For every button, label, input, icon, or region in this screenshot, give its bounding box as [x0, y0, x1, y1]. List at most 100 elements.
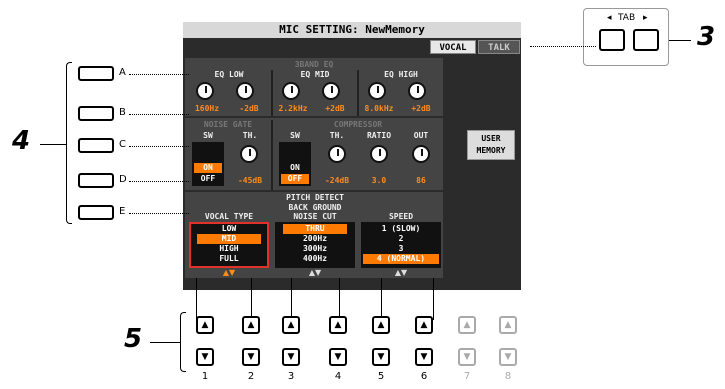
side-button-d[interactable]: [78, 173, 114, 188]
comp-th-knob[interactable]: [328, 145, 346, 163]
callout-4: 4: [12, 126, 31, 156]
eq-low-label: EQ LOW: [214, 70, 244, 79]
bracket-4: [66, 62, 72, 224]
up-button-4[interactable]: ▲: [329, 316, 347, 334]
tab-arrow-right: ▸: [643, 13, 648, 23]
tab-vocal[interactable]: VOCAL: [430, 40, 476, 54]
vocal-type-mid[interactable]: MID: [197, 234, 261, 244]
col-num-8: 8: [504, 371, 512, 382]
eq-low-freq-value: 160Hz: [194, 104, 220, 113]
ng-th-value: -45dB: [237, 176, 263, 185]
eq-high-freq-knob[interactable]: [368, 82, 386, 100]
down-button-7[interactable]: ▼: [458, 348, 476, 366]
up-button-1[interactable]: ▲: [196, 316, 214, 334]
tab-left-button[interactable]: [599, 29, 625, 51]
up-button-5[interactable]: ▲: [372, 316, 390, 334]
noise-cut-label2: NOISE CUT: [293, 212, 337, 221]
leader-e: [129, 213, 189, 214]
eq-high-label: EQ HIGH: [384, 70, 418, 79]
down-button-5[interactable]: ▼: [372, 348, 390, 366]
vocal-type-label: VOCAL TYPE: [204, 212, 254, 221]
noise-cut-label1: BACK GROUND: [288, 203, 342, 212]
up-button-3[interactable]: ▲: [282, 316, 300, 334]
speed-arrows: ▲▼: [394, 268, 408, 277]
tab-right-button[interactable]: [633, 29, 659, 51]
eq-low-gain-knob[interactable]: [236, 82, 254, 100]
guide-line-4: [339, 278, 340, 320]
comp-ratio-label: RATIO: [366, 131, 392, 140]
vocal-type-high[interactable]: HIGH: [197, 244, 261, 254]
col-num-7: 7: [463, 371, 471, 382]
eq-high-gain-knob[interactable]: [408, 82, 426, 100]
dyn-divider: [271, 120, 273, 190]
noise-cut-thru[interactable]: THRU: [283, 224, 347, 234]
eq-high-freq-value: 8.0kHz: [364, 104, 394, 113]
eq-mid-gain-value: +2dB: [325, 104, 345, 113]
col-num-2: 2: [247, 371, 255, 382]
comp-ratio-value: 3.0: [371, 176, 387, 185]
side-label-e: E: [119, 206, 126, 217]
up-button-6[interactable]: ▲: [415, 316, 433, 334]
comp-out-value: 86: [416, 176, 426, 185]
callout-5: 5: [124, 324, 143, 354]
down-button-6[interactable]: ▼: [415, 348, 433, 366]
tab-talk[interactable]: TALK: [478, 40, 520, 54]
col-num-5: 5: [377, 371, 385, 382]
guide-line-6: [433, 278, 434, 320]
up-button-7[interactable]: ▲: [458, 316, 476, 334]
noise-cut-400[interactable]: 400Hz: [283, 254, 347, 264]
speed-3[interactable]: 3: [363, 244, 439, 254]
comp-sw-off[interactable]: OFF: [281, 174, 309, 184]
col-num-4: 4: [334, 371, 342, 382]
guide-line-3: [291, 278, 292, 320]
leader-d: [129, 181, 189, 182]
screen-title: MIC SETTING: NewMemory: [279, 23, 425, 36]
user-memory-line2: MEMORY: [476, 146, 506, 155]
down-button-2[interactable]: ▼: [242, 348, 260, 366]
leader-b: [129, 114, 189, 115]
up-button-2[interactable]: ▲: [242, 316, 260, 334]
vocal-type-low[interactable]: LOW: [197, 224, 261, 234]
down-button-3[interactable]: ▼: [282, 348, 300, 366]
comp-out-knob[interactable]: [412, 145, 430, 163]
side-button-e[interactable]: [78, 205, 114, 220]
up-button-8[interactable]: ▲: [499, 316, 517, 334]
noise-gate-title: NOISE GATE: [203, 120, 253, 129]
eq-mid-freq-knob[interactable]: [282, 82, 300, 100]
ng-sw-off[interactable]: OFF: [194, 174, 222, 184]
ng-th-label: TH.: [242, 131, 258, 140]
eq-high-gain-value: +2dB: [411, 104, 431, 113]
noise-cut-300[interactable]: 300Hz: [283, 244, 347, 254]
noise-cut-200[interactable]: 200Hz: [283, 234, 347, 244]
vocal-type-full[interactable]: FULL: [197, 254, 261, 264]
guide-line-1: [196, 278, 197, 320]
ng-sw-on[interactable]: ON: [194, 163, 222, 173]
col-num-1: 1: [201, 371, 209, 382]
comp-ratio-knob[interactable]: [370, 145, 388, 163]
callout-3: 3: [697, 22, 716, 52]
speed-4[interactable]: 4 (NORMAL): [363, 254, 439, 264]
side-button-a[interactable]: [78, 66, 114, 81]
speed-1[interactable]: 1 (SLOW): [363, 224, 439, 234]
down-button-4[interactable]: ▼: [329, 348, 347, 366]
eq-mid-freq-value: 2.2kHz: [278, 104, 308, 113]
eq-mid-gain-knob[interactable]: [322, 82, 340, 100]
guide-line-2: [251, 278, 252, 320]
side-button-c[interactable]: [78, 138, 114, 153]
eq-low-freq-knob[interactable]: [196, 82, 214, 100]
ng-th-knob[interactable]: [240, 145, 258, 163]
down-button-1[interactable]: ▼: [196, 348, 214, 366]
down-button-8[interactable]: ▼: [499, 348, 517, 366]
speed-2[interactable]: 2: [363, 234, 439, 244]
vocal-type-arrows: ▲▼: [222, 268, 236, 277]
user-memory-line1: USER: [481, 134, 501, 143]
comp-sw-on[interactable]: ON: [281, 163, 309, 173]
callout-3-line: [669, 40, 691, 41]
ng-sw-label: SW: [203, 131, 213, 140]
comp-th-label: TH.: [329, 131, 345, 140]
tab-arrow-left: ◂: [607, 13, 612, 23]
side-button-b[interactable]: [78, 106, 114, 121]
eq-mid-label: EQ MID: [300, 70, 330, 79]
side-label-c: C: [119, 139, 126, 150]
bracket-5: [180, 312, 186, 372]
